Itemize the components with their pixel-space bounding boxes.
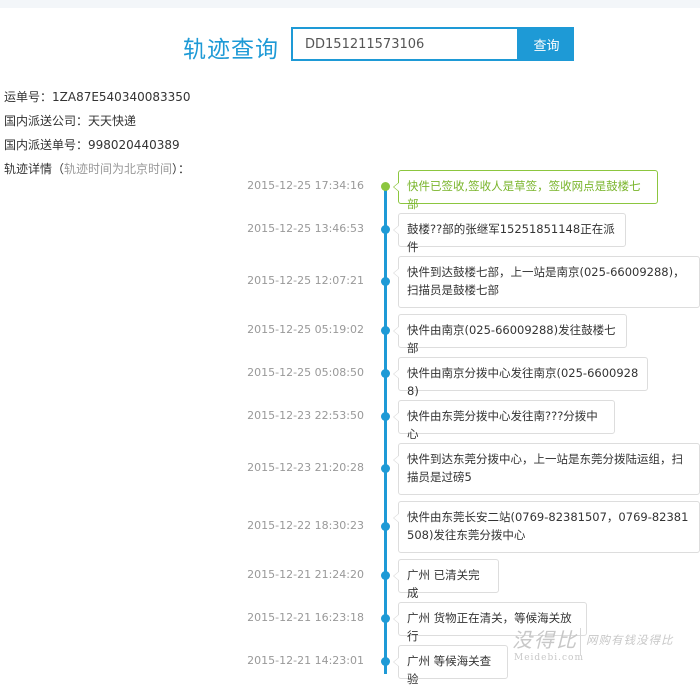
timeline-dot — [381, 225, 390, 234]
event-description: 快件由东莞长安二站(0769-82381507，0769-82381508)发往… — [393, 501, 700, 553]
event-time: 2015-12-25 12:07:21 — [247, 274, 364, 287]
timeline-dot — [381, 614, 390, 623]
event-time: 2015-12-21 14:23:01 — [247, 654, 364, 667]
event-description: 鼓楼??部的张继军15251851148正在派件 — [393, 213, 626, 254]
timeline-dot — [381, 326, 390, 335]
timeline-dot — [381, 571, 390, 580]
top-strip — [0, 0, 700, 8]
event-time: 2015-12-22 18:30:23 — [247, 519, 364, 532]
details-label: 轨迹详情（ — [4, 162, 65, 176]
timezone-note: 轨迹时间为北京时间 — [64, 162, 173, 176]
event-time: 2015-12-23 21:20:28 — [247, 461, 364, 474]
watermark-brand: 没得比 — [512, 628, 578, 652]
event-time: 2015-12-23 22:53:50 — [247, 409, 364, 422]
event-description: 快件由东莞分拨中心发往南???分拨中心 — [393, 400, 615, 441]
domestic-tracking-number: 国内派送单号：998020440389 — [4, 138, 180, 152]
page-title: 轨迹查询 — [183, 37, 279, 63]
details-colon: ）： — [172, 162, 191, 176]
event-description: 快件到达鼓楼七部，上一站是南京(025-66009288)，扫描员是鼓楼七部 — [393, 256, 700, 308]
event-time: 2015-12-25 05:19:02 — [247, 323, 364, 336]
event-description: 广州 已清关完成 — [393, 559, 499, 600]
timeline-dot — [381, 464, 390, 473]
timeline-dot — [381, 412, 390, 421]
domestic-courier: 国内派送公司：天天快递 — [4, 114, 137, 128]
event-time: 2015-12-25 17:34:16 — [247, 179, 364, 192]
waybill-number: 运单号：1ZA87E540340083350 — [4, 90, 191, 104]
event-time: 2015-12-21 16:23:18 — [247, 611, 364, 624]
tracking-details-heading: 轨迹详情（轨迹时间为北京时间）： — [4, 160, 190, 177]
timeline-dot — [381, 182, 390, 191]
watermark-url: Meidebi.com — [514, 653, 585, 663]
timeline-dot — [381, 369, 390, 378]
watermark-slogan: 网购有钱没得比 — [586, 633, 674, 647]
event-time: 2015-12-25 13:46:53 — [247, 222, 364, 235]
event-time: 2015-12-25 05:08:50 — [247, 366, 364, 379]
timeline-dot — [381, 522, 390, 531]
timeline-dot — [381, 277, 390, 286]
timeline-line — [384, 186, 387, 674]
event-time: 2015-12-21 21:24:20 — [247, 568, 364, 581]
watermark-logo: 没得比 Meidebi.com 网购有钱没得比 — [512, 620, 700, 674]
timeline-dot — [381, 657, 390, 666]
event-description: 快件由南京(025-66009288)发往鼓楼七部 — [393, 314, 627, 355]
query-button[interactable]: 查询 — [519, 27, 574, 61]
tracking-number-input[interactable] — [291, 27, 519, 61]
event-description: 快件由南京分拨中心发往南京(025-66009288) — [393, 357, 648, 398]
event-description: 快件到达东莞分拨中心，上一站是东莞分拨陆运组，扫描员是过磅5 — [393, 443, 700, 495]
event-description: 快件已签收,签收人是草签，签收网点是鼓楼七部 — [393, 170, 658, 211]
watermark-divider — [580, 628, 581, 656]
